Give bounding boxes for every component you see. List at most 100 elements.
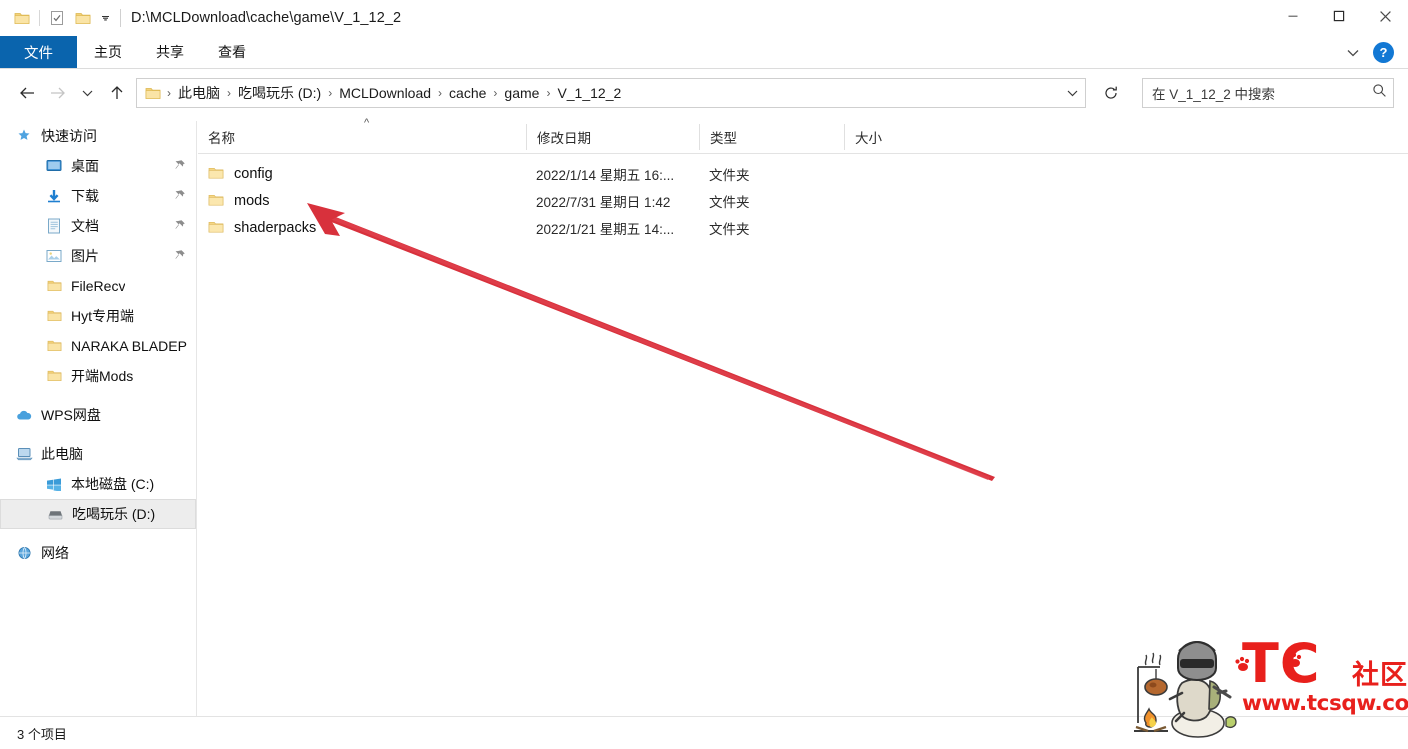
breadcrumb-item-cache[interactable]: cache: [444, 85, 491, 101]
breadcrumb-item-this-pc[interactable]: 此电脑: [173, 83, 225, 103]
sidebar-item-pictures[interactable]: 图片: [0, 241, 196, 271]
breadcrumb-separator[interactable]: ›: [436, 86, 444, 100]
column-header-label: 名称: [208, 131, 235, 146]
table-row[interactable]: mods 2022/7/31 星期日 1:42 文件夹: [198, 187, 1408, 214]
breadcrumb-separator[interactable]: ›: [165, 86, 173, 100]
pin-icon[interactable]: [174, 188, 186, 204]
sidebar-item-documents[interactable]: 文档: [0, 211, 196, 241]
tab-share[interactable]: 共享: [139, 36, 201, 68]
window-controls: [1270, 0, 1408, 32]
breadcrumb-item-mcldownload[interactable]: MCLDownload: [334, 85, 436, 101]
sidebar-item-label: WPS网盘: [41, 407, 101, 423]
maximize-button[interactable]: [1316, 0, 1362, 32]
column-header-type[interactable]: 类型: [699, 124, 844, 150]
help-icon[interactable]: ?: [1373, 42, 1394, 63]
column-headers: 名称 ^ 修改日期 类型 大小: [198, 118, 1408, 154]
breadcrumb-separator[interactable]: ›: [491, 86, 499, 100]
tab-home[interactable]: 主页: [77, 36, 139, 68]
ribbon-collapse-caret-icon[interactable]: [1341, 41, 1365, 65]
breadcrumb-separator[interactable]: ›: [544, 86, 552, 100]
search-box[interactable]: 在 V_1_12_2 中搜索: [1142, 78, 1394, 108]
sidebar-item-kaiduan-mods[interactable]: 开端Mods: [0, 361, 196, 391]
forward-button[interactable]: [42, 77, 72, 109]
cloud-icon: [14, 409, 34, 422]
navigation-pane[interactable]: 快速访问 桌面 下载 文档 图片 FileRecv Hyt专用端 NARAKA …: [0, 121, 197, 716]
sidebar-item-drive-d[interactable]: 吃喝玩乐 (D:): [0, 499, 196, 529]
sidebar-item-desktop[interactable]: 桌面: [0, 151, 196, 181]
address-folder-icon: [143, 86, 163, 101]
desktop-icon: [44, 159, 64, 173]
pin-icon[interactable]: [174, 158, 186, 174]
quick-access-toolbar: D:\MCLDownload\cache\game\V_1_12_2: [0, 0, 401, 36]
folder-icon: [208, 193, 224, 208]
properties-icon[interactable]: [44, 5, 70, 31]
status-bar: 3 个项目: [0, 716, 1408, 749]
item-count-label: 3 个项目: [17, 726, 67, 742]
column-header-modified[interactable]: 修改日期: [526, 124, 699, 150]
sidebar-item-label: 桌面: [71, 158, 99, 174]
sidebar-item-local-disk-c[interactable]: 本地磁盘 (C:): [0, 469, 196, 499]
breadcrumb-separator[interactable]: ›: [225, 86, 233, 100]
breadcrumb-separator[interactable]: ›: [326, 86, 334, 100]
customize-caret-icon[interactable]: [96, 5, 114, 31]
tab-view[interactable]: 查看: [201, 36, 263, 68]
breadcrumb-item-v-1-12-2[interactable]: V_1_12_2: [552, 85, 626, 101]
this-pc-icon: [14, 447, 34, 461]
back-button[interactable]: [12, 77, 42, 109]
breadcrumb-item-game[interactable]: game: [499, 85, 544, 101]
sidebar-group-label: 快速访问: [41, 128, 97, 144]
minimize-button[interactable]: [1270, 0, 1316, 32]
table-row[interactable]: config 2022/1/14 星期五 16:... 文件夹: [198, 160, 1408, 187]
file-name-cell[interactable]: mods: [198, 193, 526, 209]
address-bar[interactable]: › 此电脑 › 吃喝玩乐 (D:) › MCLDownload › cache …: [136, 78, 1086, 108]
tab-file[interactable]: 文件: [0, 36, 77, 68]
folder-icon: [208, 166, 224, 181]
search-input[interactable]: 在 V_1_12_2 中搜索: [1152, 83, 1275, 103]
sidebar-item-label: 吃喝玩乐 (D:): [72, 506, 156, 522]
star-pin-icon: [14, 128, 34, 144]
sidebar-item-wps-cloud[interactable]: WPS网盘: [0, 400, 196, 430]
sidebar-item-label: 下载: [71, 188, 99, 204]
folder-icon: [44, 339, 64, 353]
folder-icon[interactable]: [9, 5, 35, 31]
sidebar-item-naraka[interactable]: NARAKA BLADEP: [0, 331, 196, 361]
up-button[interactable]: [102, 77, 132, 109]
ribbon-tab-bar: 文件 主页 共享 查看 ?: [0, 36, 1408, 69]
pin-icon[interactable]: [174, 248, 186, 264]
sidebar-item-filerecv[interactable]: FileRecv: [0, 271, 196, 301]
pin-icon[interactable]: [174, 218, 186, 234]
sidebar-item-label: Hyt专用端: [71, 308, 134, 324]
sidebar-group-quick-access[interactable]: 快速访问: [0, 121, 196, 151]
file-explorer-window: D:\MCLDownload\cache\game\V_1_12_2 文件 主页…: [0, 0, 1408, 749]
file-name-cell[interactable]: shaderpacks: [198, 220, 526, 236]
title-separator: [120, 9, 121, 27]
file-list-pane[interactable]: 名称 ^ 修改日期 类型 大小 config 2022/1/14 星期五 16:…: [198, 118, 1408, 716]
file-name-cell[interactable]: config: [198, 166, 526, 182]
refresh-button[interactable]: [1096, 78, 1126, 108]
column-header-name[interactable]: 名称 ^: [198, 118, 526, 150]
file-type-cell: 文件夹: [709, 221, 750, 237]
sidebar-item-label: 文档: [71, 218, 99, 234]
sidebar-item-hyt[interactable]: Hyt专用端: [0, 301, 196, 331]
sort-ascending-icon: ^: [364, 117, 370, 129]
file-modified-cell: 2022/1/21 星期五 14:...: [536, 221, 675, 237]
sidebar-item-network[interactable]: 网络: [0, 538, 196, 568]
column-header-size[interactable]: 大小: [844, 124, 952, 150]
sidebar-item-label: 网络: [41, 545, 69, 561]
sidebar-item-downloads[interactable]: 下载: [0, 181, 196, 211]
close-button[interactable]: [1362, 0, 1408, 32]
table-row[interactable]: shaderpacks 2022/1/21 星期五 14:... 文件夹: [198, 214, 1408, 241]
search-icon[interactable]: [1372, 83, 1387, 103]
recent-locations-caret-icon[interactable]: [72, 77, 102, 109]
new-folder-icon[interactable]: [70, 5, 96, 31]
ribbon-right-controls: ?: [1341, 36, 1402, 69]
file-type-cell: 文件夹: [709, 194, 750, 210]
address-dropdown-caret-icon[interactable]: [1066, 79, 1079, 107]
file-name-label: shaderpacks: [234, 219, 317, 236]
file-name-label: config: [234, 165, 273, 182]
sidebar-item-this-pc[interactable]: 此电脑: [0, 439, 196, 469]
file-modified-cell: 2022/7/31 星期日 1:42: [536, 194, 671, 210]
breadcrumb-item-drive-d[interactable]: 吃喝玩乐 (D:): [233, 83, 326, 103]
